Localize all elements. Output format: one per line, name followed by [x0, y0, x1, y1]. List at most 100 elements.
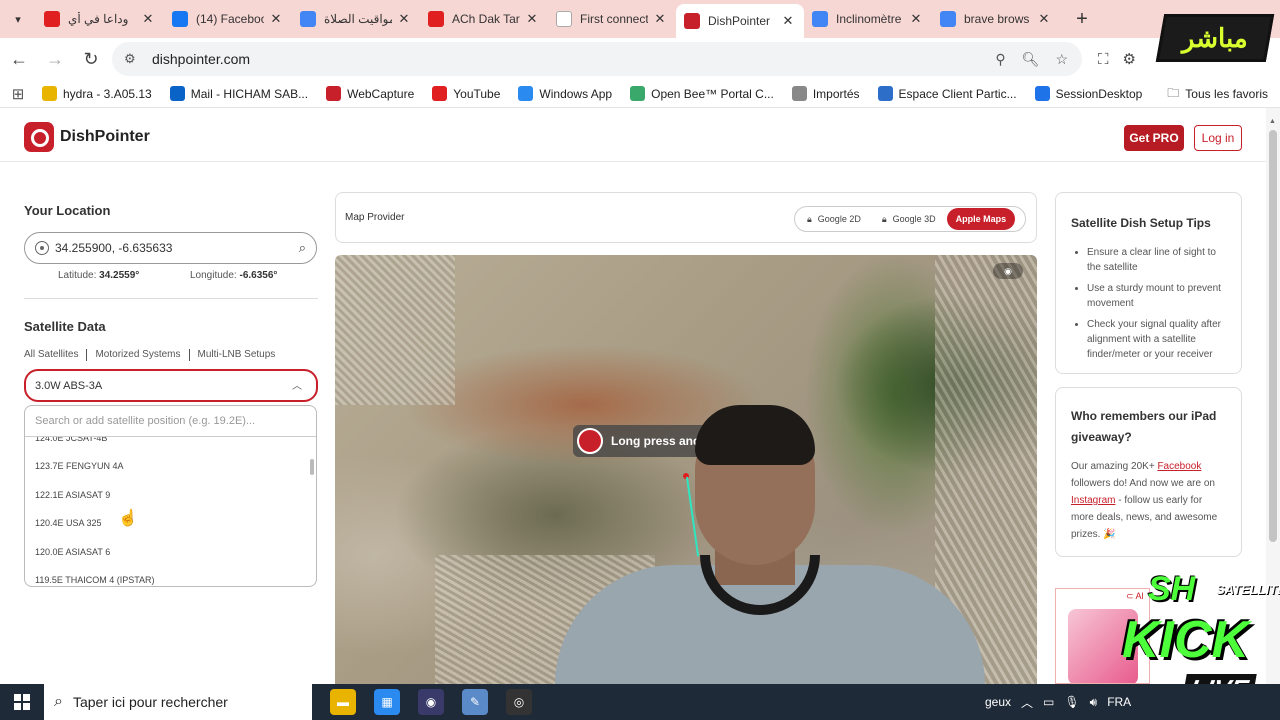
facebook-link[interactable]: Facebook [1157, 461, 1201, 472]
browser-tab[interactable]: First connect ✕ [548, 4, 676, 34]
bookmark-item[interactable]: Mail - HICHAM SAB... [169, 86, 309, 101]
satellite-option[interactable]: 124.0E JCSAT-4B [35, 437, 107, 443]
satellite-option[interactable]: 120.4E USA 325 [35, 518, 102, 528]
dishpointer-logo[interactable]: DishPointer [24, 122, 150, 152]
screenshot-icon[interactable]: ⛶ [1098, 51, 1109, 68]
bookmark-label: Open Bee™ Portal C... [651, 86, 774, 101]
file-explorer-icon[interactable]: ▬ [330, 689, 356, 715]
site-info-icon[interactable]: ⚙ [124, 51, 140, 67]
forward-arrow-icon[interactable]: → [38, 42, 72, 76]
map-layers-button[interactable]: ◉ [993, 263, 1023, 279]
paint-icon[interactable]: ✎ [462, 689, 488, 715]
store-icon[interactable]: ▦ [374, 689, 400, 715]
setup-tips-card: Satellite Dish Setup Tips Ensure a clear… [1055, 192, 1242, 374]
close-tab-icon[interactable]: ✕ [140, 11, 156, 27]
instagram-link[interactable]: Instagram [1071, 495, 1115, 506]
close-tab-icon[interactable]: ✕ [652, 11, 668, 27]
search-icon[interactable]: ⌕ [299, 240, 306, 256]
close-tab-icon[interactable]: ✕ [396, 11, 412, 27]
speaker-icon[interactable]: 🔊︎ [1090, 695, 1098, 710]
map-provider-label: Map Provider [345, 212, 405, 223]
bookmark-item[interactable]: SessionDesktop [1034, 86, 1142, 101]
tab-motorized-systems[interactable]: Motorized Systems [87, 349, 190, 361]
close-tab-icon[interactable]: ✕ [524, 11, 540, 27]
network-icon[interactable]: ▭ [1043, 695, 1054, 709]
location-input[interactable]: 34.255900, -6.635633 ⌕ [24, 232, 317, 264]
tray-chevron-icon[interactable]: ︿ [1021, 694, 1033, 711]
bookmark-item[interactable]: Espace Client Partic... [877, 86, 1017, 101]
browser-tab[interactable]: Inclinomètre ✕ [804, 4, 932, 34]
bookmark-star-icon[interactable]: ☆ [1055, 51, 1068, 68]
satellite-option[interactable]: 120.0E ASIASAT 6 [35, 547, 110, 557]
bookmark-label: Windows App [539, 86, 613, 101]
hydra-icon [42, 86, 57, 101]
new-tab-button[interactable]: + [1066, 8, 1098, 31]
bookmark-label: Mail - HICHAM SAB... [190, 86, 309, 101]
weather-text[interactable]: geux [985, 695, 1011, 709]
browser-tab[interactable]: وداعا في أي ✕ [36, 4, 164, 34]
locate-target-icon[interactable] [35, 241, 49, 255]
back-arrow-icon[interactable]: ← [2, 42, 36, 76]
satellite-option[interactable]: 122.1E ASIASAT 9 [35, 490, 110, 500]
bookmark-item[interactable]: Open Bee™ Portal C... [630, 86, 774, 101]
mic-icon[interactable]: 🎙︎ [1064, 695, 1079, 709]
apple-maps-option[interactable]: Apple Maps [946, 208, 1016, 230]
satellite-select[interactable]: 3.0W ABS-3A ︿ [24, 369, 318, 402]
obs-icon[interactable]: ◎ [506, 689, 532, 715]
satellite-option[interactable]: 119.5E THAICOM 4 (IPSTAR) [35, 575, 155, 585]
tab-search-chevron-icon[interactable]: ▾ [0, 0, 36, 38]
webcam-presenter [555, 405, 985, 720]
taskbar-search[interactable]: ⌕ Taper ici pour rechercher [44, 684, 312, 720]
location-value[interactable]: 34.255900, -6.635633 [55, 241, 172, 255]
google-3d-option[interactable]: 🔒︎ Google 3D [870, 208, 945, 230]
apps-grid-icon[interactable]: ⊞ [0, 85, 36, 103]
bookmark-item[interactable]: YouTube [432, 86, 500, 101]
dishpointer-logo-icon [24, 122, 54, 152]
browser-tab[interactable]: (14) Facebook ✕ [164, 4, 292, 34]
giveaway-text: Our amazing 20K+ Facebook followers do! … [1071, 461, 1218, 540]
kick-sh: SH [1148, 570, 1196, 608]
scrollbar-thumb[interactable] [1269, 130, 1277, 542]
close-tab-icon[interactable]: ✕ [268, 11, 284, 27]
close-tab-icon[interactable]: ✕ [908, 11, 924, 27]
bookmark-item[interactable]: Importés [791, 86, 860, 101]
language-indicator[interactable]: FRA [1107, 695, 1131, 709]
bookmark-item[interactable]: WebCapture [326, 86, 414, 101]
search-icon: ⌕ [54, 693, 63, 710]
extensions-icon[interactable]: ⚙ [1123, 50, 1136, 68]
system-tray: geux ︿ ▭ 🎙︎ 🔊︎ FRA [985, 684, 1131, 720]
tab-title: brave brows [964, 12, 1030, 26]
zoom-icon[interactable]: 🔍︎ [1022, 51, 1040, 68]
address-bar[interactable]: ⚙ dishpointer.com ⚲ 🔍︎ ☆ [112, 42, 1082, 76]
live-badge: مباشر [1155, 14, 1275, 62]
satellite-list[interactable]: 124.0E JCSAT-4B 123.7E FENGYUN 4A 122.1E A… [25, 437, 316, 586]
close-tab-icon[interactable]: ✕ [1036, 11, 1052, 27]
scroll-up-icon[interactable]: ▲ [1269, 118, 1276, 125]
browser-tab[interactable]: ACh Dak Tari ✕ [420, 4, 548, 34]
windows-taskbar: ⌕ Taper ici pour rechercher ▬ ▦ ◉ ✎ ◎ ge… [0, 684, 1280, 720]
dropdown-scroll-thumb[interactable] [310, 459, 314, 475]
selected-satellite[interactable]: 3.0W ABS-3A [35, 380, 102, 392]
browser-tab[interactable]: DishPointer ✕ [676, 4, 804, 38]
google-2d-option[interactable]: 🔒︎ Google 2D [795, 208, 870, 230]
chevron-up-icon[interactable]: ︿ [292, 377, 302, 392]
taskbar-search-placeholder[interactable]: Taper ici pour rechercher [73, 694, 228, 710]
tab-multi-lnb-setups[interactable]: Multi-LNB Setups [190, 349, 284, 361]
start-button[interactable] [0, 694, 44, 710]
all-bookmarks-button[interactable]: 🗀 Tous les favoris [1167, 80, 1268, 108]
satellite-search-input[interactable]: Search or add satellite position (e.g. 1… [25, 406, 316, 437]
close-tab-icon[interactable]: ✕ [780, 13, 796, 29]
url-text[interactable]: dishpointer.com [152, 51, 250, 67]
location-pin-icon[interactable]: ⚲ [995, 51, 1005, 68]
get-pro-button[interactable]: Get PRO [1124, 125, 1184, 151]
camera-icon[interactable]: ◉ [418, 689, 444, 715]
login-button[interactable]: Log in [1194, 125, 1242, 151]
all-bookmarks-label: Tous les favoris [1185, 87, 1268, 101]
bookmark-item[interactable]: Windows App [518, 86, 612, 101]
reload-icon[interactable]: ↻ [74, 42, 108, 76]
browser-tab[interactable]: brave brows ✕ [932, 4, 1060, 34]
tab-all-satellites[interactable]: All Satellites [24, 349, 88, 361]
bookmark-item[interactable]: hydra - 3.A05.13 [42, 86, 152, 101]
satellite-option[interactable]: 123.7E FENGYUN 4A [35, 461, 124, 471]
browser-tab[interactable]: مواقيت الصلاة ✕ [292, 4, 420, 34]
